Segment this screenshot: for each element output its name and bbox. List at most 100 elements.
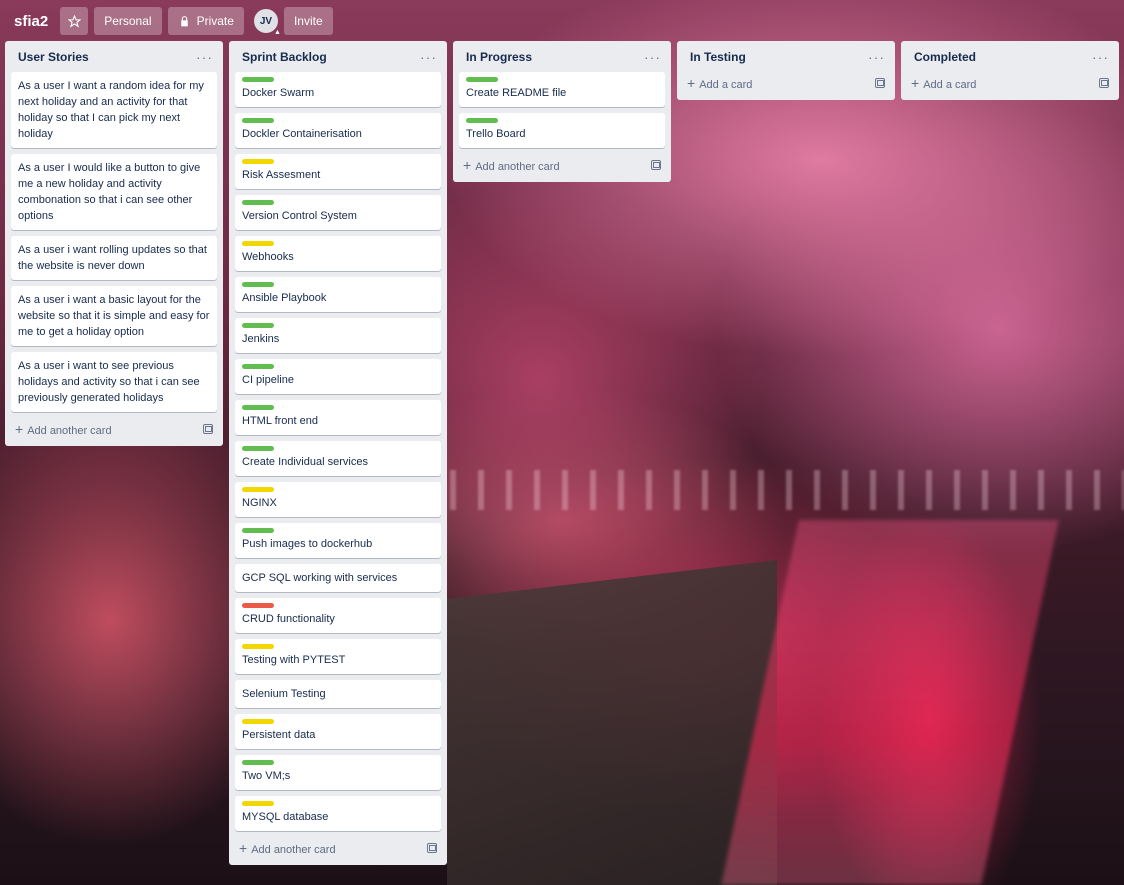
card[interactable]: As a user i want to see previous holiday… <box>11 352 217 412</box>
card-label-green[interactable] <box>242 760 274 765</box>
card-label-green[interactable] <box>242 200 274 205</box>
card-title: As a user i want rolling updates so that… <box>18 244 207 272</box>
card-label-green[interactable] <box>242 323 274 328</box>
card-title: GCP SQL working with services <box>242 572 398 584</box>
add-card-button[interactable]: + Add another card <box>11 418 217 440</box>
star-icon <box>67 14 81 28</box>
more-options-icon[interactable]: ··· <box>644 50 661 64</box>
card-template-icon[interactable] <box>203 424 213 434</box>
card-label-green[interactable] <box>466 77 498 82</box>
add-card-label: Add another card <box>475 161 560 173</box>
card-label-red[interactable] <box>242 603 274 608</box>
more-options-icon[interactable]: ··· <box>420 50 437 64</box>
more-options-icon[interactable]: ··· <box>196 50 213 64</box>
card[interactable]: As a user I want a random idea for my ne… <box>11 72 217 148</box>
list-title[interactable]: In Progress <box>466 50 532 64</box>
add-card-text: + Add another card <box>15 421 112 437</box>
member-avatar[interactable]: JV ▲ <box>253 9 281 36</box>
plus-icon: + <box>239 840 248 856</box>
card[interactable]: HTML front end <box>235 400 441 435</box>
card-template-icon[interactable] <box>427 843 437 853</box>
board-title[interactable]: sfia2 <box>8 13 54 30</box>
card[interactable]: Docker Swarm <box>235 72 441 107</box>
card-title: CI pipeline <box>242 374 294 386</box>
card-title: NGINX <box>242 497 277 509</box>
card[interactable]: Two VM;s <box>235 755 441 790</box>
card-title: MYSQL database <box>242 811 329 823</box>
card-template-icon[interactable] <box>875 78 885 88</box>
add-card-button[interactable]: + Add a card <box>683 72 889 94</box>
card-label-yellow[interactable] <box>242 241 274 246</box>
add-card-button[interactable]: + Add another card <box>459 154 665 176</box>
add-card-label: Add another card <box>27 425 112 437</box>
card-title: As a user i want to see previous holiday… <box>18 360 200 404</box>
card[interactable]: As a user I would like a button to give … <box>11 154 217 230</box>
card-label-yellow[interactable] <box>242 159 274 164</box>
card-template-icon[interactable] <box>651 160 661 170</box>
card[interactable]: Risk Assesment <box>235 154 441 189</box>
card[interactable]: Persistent data <box>235 714 441 749</box>
card[interactable]: As a user i want rolling updates so that… <box>11 236 217 280</box>
list-title[interactable]: Completed <box>914 50 976 64</box>
list-header: Completed ··· <box>907 41 1113 72</box>
background-lanterns <box>450 470 1124 510</box>
card[interactable]: Selenium Testing <box>235 680 441 708</box>
card[interactable]: CRUD functionality <box>235 598 441 633</box>
list-in-progress: In Progress ··· Create README file Trello B… <box>453 41 671 182</box>
card[interactable]: Create Individual services <box>235 441 441 476</box>
board-header: sfia2 Personal Private JV ▲ Invite <box>0 0 1124 42</box>
list-title[interactable]: User Stories <box>18 50 89 64</box>
list-header: User Stories ··· <box>11 41 217 72</box>
card-label-yellow[interactable] <box>242 487 274 492</box>
card-label-green[interactable] <box>242 282 274 287</box>
card-title: Risk Assesment <box>242 169 321 181</box>
card[interactable]: CI pipeline <box>235 359 441 394</box>
card[interactable]: Webhooks <box>235 236 441 271</box>
card-label-yellow[interactable] <box>242 801 274 806</box>
card[interactable]: NGINX <box>235 482 441 517</box>
card-label-yellow[interactable] <box>242 644 274 649</box>
card[interactable]: Push images to dockerhub <box>235 523 441 558</box>
card-title: Version Control System <box>242 210 357 222</box>
add-card-button[interactable]: + Add a card <box>907 72 1113 94</box>
plus-icon: + <box>15 421 24 437</box>
star-button[interactable] <box>60 7 89 35</box>
card-label-yellow[interactable] <box>242 719 274 724</box>
card-label-green[interactable] <box>242 405 274 410</box>
invite-button[interactable]: Invite <box>283 7 333 35</box>
card[interactable]: Dockler Containerisation <box>235 113 441 148</box>
card-label-green[interactable] <box>242 446 274 451</box>
card[interactable]: Ansible Playbook <box>235 277 441 312</box>
plus-icon: + <box>687 75 696 91</box>
more-options-icon[interactable]: ··· <box>1092 50 1109 64</box>
card-title: Docker Swarm <box>242 87 315 99</box>
card[interactable]: Jenkins <box>235 318 441 353</box>
card[interactable]: Testing with PYTEST <box>235 639 441 674</box>
card[interactable]: Trello Board <box>459 113 665 148</box>
card-label-green[interactable] <box>242 77 274 82</box>
more-options-icon[interactable]: ··· <box>868 50 885 64</box>
card-label-green[interactable] <box>242 364 274 369</box>
card-title: Dockler Containerisation <box>242 128 362 140</box>
card[interactable]: As a user i want a basic layout for the … <box>11 286 217 346</box>
card-label-green[interactable] <box>242 118 274 123</box>
lock-icon <box>180 15 188 26</box>
card-label-green[interactable] <box>242 528 274 533</box>
list-header: Sprint Backlog ··· <box>235 41 441 72</box>
card-template-icon[interactable] <box>1099 78 1109 88</box>
plus-icon: + <box>911 75 920 91</box>
list-sprint-backlog: Sprint Backlog ··· Docker Swarm Dockler Con… <box>229 41 447 865</box>
list-title[interactable]: In Testing <box>690 50 746 64</box>
card[interactable]: GCP SQL working with services <box>235 564 441 592</box>
add-card-text: + Add a card <box>911 75 976 91</box>
visibility-button[interactable]: Private <box>167 7 244 35</box>
card[interactable]: Create README file <box>459 72 665 107</box>
card[interactable]: MYSQL database <box>235 796 441 831</box>
card-label-green[interactable] <box>466 118 498 123</box>
list-title[interactable]: Sprint Backlog <box>242 50 327 64</box>
visibility-label: Private <box>196 14 234 28</box>
add-card-button[interactable]: + Add another card <box>235 837 441 859</box>
workspace-button[interactable]: Personal <box>94 7 162 35</box>
card[interactable]: Version Control System <box>235 195 441 230</box>
list-user-stories: User Stories ··· As a user I want a random… <box>5 41 223 446</box>
